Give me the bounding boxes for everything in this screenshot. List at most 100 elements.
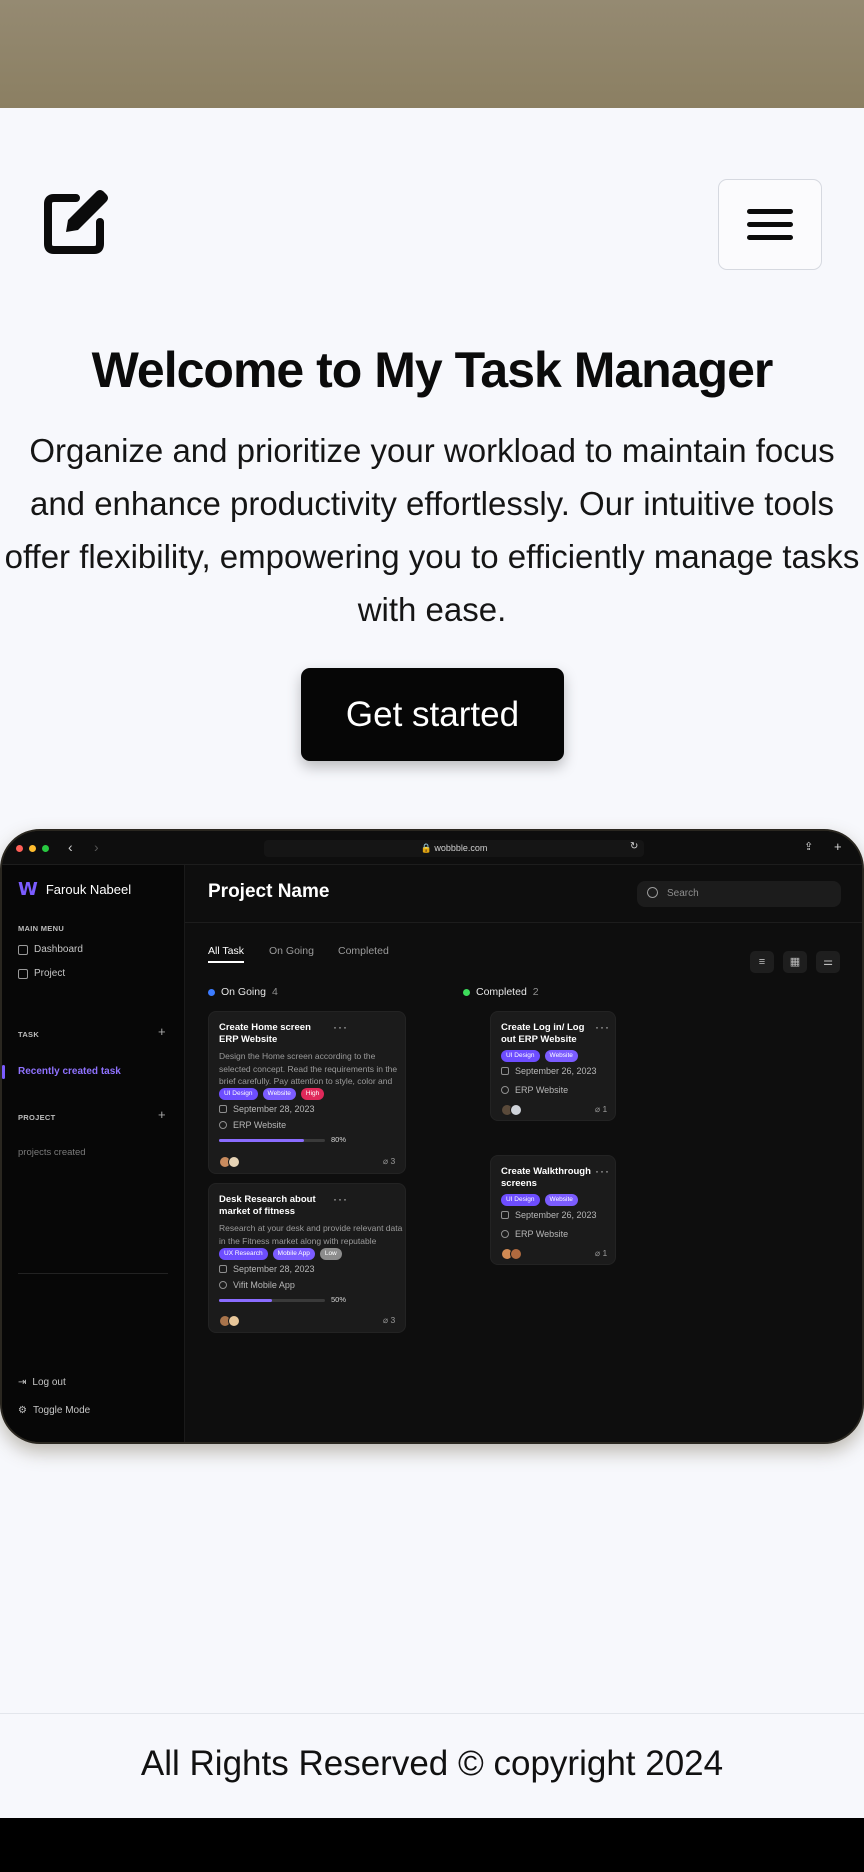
forward-chevron-icon: › (94, 839, 99, 855)
tag: Website (262, 1088, 296, 1100)
card-date: September 28, 2023 (219, 1264, 315, 1274)
card-attachments: ⌀ 1 (595, 1104, 608, 1114)
main-menu-label: MAIN MENU (18, 924, 65, 933)
card-attachments: ⌀ 1 (595, 1248, 608, 1258)
status-dot (463, 988, 470, 996)
sidebar-divider (18, 1273, 168, 1274)
mock-sidebar: W Farouk Nabeel MAIN MENU Dashboard Proj… (2, 865, 185, 1442)
tag: Website (544, 1194, 578, 1206)
tag: UX Research (219, 1248, 268, 1260)
card-avatars (219, 1156, 240, 1168)
add-project-icon: + (158, 1107, 166, 1122)
search-icon (647, 887, 658, 898)
more-icon: ··· (595, 1020, 610, 1034)
tab-underline (208, 961, 244, 963)
footer-copyright: All Rights Reserved © copyright 2024 (140, 1744, 724, 1783)
mock-brand: W Farouk Nabeel (18, 879, 131, 900)
recent-task-item: Recently created task (18, 1066, 121, 1077)
card-tags: UX Research Mobile App Low (219, 1248, 342, 1260)
project-title: Project Name (208, 881, 330, 902)
logout-item: ⇥ Log out (18, 1377, 66, 1388)
top-color-band (0, 0, 864, 108)
tab-on-going: On Going (269, 945, 314, 957)
app-screenshot: ‹ › 🔒 wobbble.com ↻ ⇪ + W Farouk Nabeel … (0, 829, 864, 1444)
project-section-label: PROJECT (18, 1113, 56, 1122)
clipboard-icon (18, 968, 28, 979)
card-tags: UI Design Website (501, 1050, 578, 1062)
reload-icon: ↻ (630, 841, 639, 852)
card-tags: UI Design Website High (219, 1088, 325, 1100)
column-completed: Completed 2 (463, 986, 539, 998)
tab-all-task: All Task (208, 945, 244, 957)
tag: Mobile App (272, 1248, 315, 1260)
mock-search: Search (637, 881, 841, 907)
card-tags: UI Design Website (501, 1194, 578, 1206)
avatar (510, 1104, 522, 1116)
globe-icon (219, 1121, 227, 1129)
task-card: Create Walkthrough screens ··· UI Design… (490, 1155, 616, 1265)
task-card: Create Log in/ Log out ERP Website ··· U… (490, 1011, 616, 1121)
brand-logo-icon: W (18, 879, 38, 900)
bottom-band (0, 1818, 864, 1872)
add-task-icon: + (158, 1024, 166, 1039)
status-dot (208, 988, 215, 996)
calendar-icon (219, 1105, 227, 1113)
more-icon: ··· (333, 1020, 348, 1034)
card-attachments: ⌀ 3 (383, 1315, 396, 1325)
card-project: ERP Website (501, 1085, 568, 1095)
calendar-icon (219, 1265, 227, 1273)
browser-url: 🔒 wobbble.com (264, 840, 644, 857)
progress-bar (219, 1139, 325, 1142)
minimize-dot-icon (29, 845, 36, 852)
new-tab-icon: + (834, 839, 842, 854)
card-avatars (501, 1104, 522, 1116)
calendar-icon (501, 1067, 509, 1075)
tag: UI Design (219, 1088, 258, 1100)
sidebar-item-dashboard: Dashboard (18, 944, 83, 955)
close-dot-icon (16, 845, 23, 852)
card-date: September 26, 2023 (501, 1066, 597, 1076)
card-date: September 26, 2023 (501, 1210, 597, 1220)
card-date: September 28, 2023 (219, 1104, 315, 1114)
progress-label: 80% (331, 1135, 347, 1144)
more-icon: ··· (595, 1164, 610, 1178)
task-card: Desk Research about market of fitness ··… (208, 1183, 406, 1333)
task-card: Create Home screen ERP Website ··· Desig… (208, 1011, 406, 1174)
tag: Website (544, 1050, 578, 1062)
hero-description: Organize and prioritize your workload to… (4, 432, 860, 628)
card-project: ERP Website (219, 1120, 286, 1130)
avatar (510, 1248, 522, 1260)
hamburger-line (747, 209, 793, 214)
tab-completed: Completed (338, 945, 389, 957)
maximize-dot-icon (42, 845, 49, 852)
tag: UI Design (501, 1194, 540, 1206)
tag: High (300, 1088, 325, 1100)
sliders-icon: ⚌ (816, 951, 840, 973)
card-avatars (219, 1315, 240, 1327)
calendar-icon: ▦ (783, 951, 807, 973)
menu-button[interactable] (718, 179, 822, 270)
edit-square-icon[interactable] (40, 186, 112, 258)
tag: UI Design (501, 1050, 540, 1062)
hero-title: Welcome to My Task Manager (91, 342, 774, 398)
toggle-mode-item: ⚙ Toggle Mode (18, 1405, 91, 1416)
calendar-icon (501, 1211, 509, 1219)
hamburger-line (747, 222, 793, 227)
task-section-label: TASK (18, 1030, 40, 1039)
card-avatars (501, 1248, 522, 1260)
logout-icon: ⇥ (18, 1377, 27, 1388)
browser-bar: ‹ › 🔒 wobbble.com ↻ ⇪ + (2, 831, 862, 865)
grid-icon (18, 944, 28, 955)
card-project: ERP Website (501, 1229, 568, 1239)
mock-main: Project Name Search All Task On Going Co… (185, 865, 862, 1442)
get-started-button[interactable]: Get started (301, 668, 564, 761)
avatar (228, 1156, 240, 1168)
progress-bar (219, 1299, 325, 1302)
column-on-going: On Going 4 (208, 986, 278, 998)
card-attachments: ⌀ 3 (383, 1156, 396, 1166)
active-indicator (2, 1065, 5, 1079)
card-title: Create Log in/ Log out ERP Website (501, 1022, 585, 1045)
globe-icon (219, 1281, 227, 1289)
gear-icon: ⚙ (18, 1405, 27, 1416)
progress-label: 50% (331, 1295, 347, 1304)
